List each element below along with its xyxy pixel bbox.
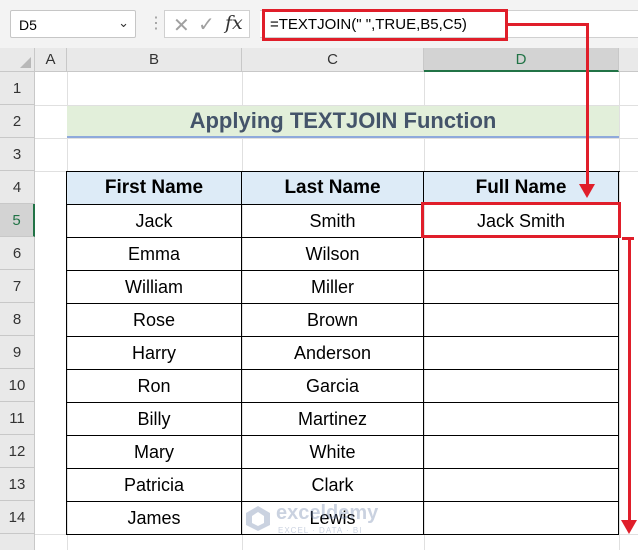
enter-check-icon[interactable]: ✓	[198, 12, 215, 37]
cell-first-name[interactable]: Rose	[67, 304, 242, 337]
cell-first-name[interactable]: Harry	[67, 337, 242, 370]
name-box[interactable]: D5 ⌄	[10, 10, 136, 38]
cell-last-name[interactable]: Miller	[242, 271, 424, 304]
insert-function-icon[interactable]: fx	[225, 12, 243, 34]
row-header-6[interactable]: 6	[0, 237, 35, 270]
cell-full-name[interactable]	[424, 469, 619, 502]
row-header-3[interactable]: 3	[0, 138, 35, 171]
column-header-a[interactable]: A	[35, 48, 67, 72]
cell-full-name[interactable]	[424, 304, 619, 337]
row-header-11[interactable]: 11	[0, 402, 35, 435]
cell-last-name[interactable]: Garcia	[242, 370, 424, 403]
row-header-7[interactable]: 7	[0, 270, 35, 303]
cell-full-name[interactable]	[424, 271, 619, 304]
row-header-14[interactable]: 14	[0, 501, 35, 534]
column-header-c[interactable]: C	[242, 48, 424, 72]
cell-last-name[interactable]: Smith	[242, 205, 424, 238]
exceldemy-logo-icon	[246, 506, 270, 531]
row-header-13[interactable]: 13	[0, 468, 35, 501]
cell-last-name[interactable]: White	[242, 436, 424, 469]
cell-full-name[interactable]	[424, 370, 619, 403]
formula-highlight-box	[262, 9, 508, 41]
column-header-e[interactable]	[619, 48, 638, 72]
row-header-2[interactable]: 2	[0, 105, 35, 138]
row-header-12[interactable]: 12	[0, 435, 35, 468]
column-header-d[interactable]: D	[424, 48, 619, 72]
cell-full-name[interactable]	[424, 502, 619, 535]
row-header-8[interactable]: 8	[0, 303, 35, 336]
cell-first-name[interactable]: Mary	[67, 436, 242, 469]
formula-arrow-line	[505, 23, 589, 26]
cell-last-name[interactable]: Anderson	[242, 337, 424, 370]
cell-last-name[interactable]: Wilson	[242, 238, 424, 271]
row-header-10[interactable]: 10	[0, 369, 35, 402]
cell-first-name[interactable]: Jack	[67, 205, 242, 238]
cell-full-name[interactable]	[424, 337, 619, 370]
column-header-b[interactable]: B	[67, 48, 242, 72]
cell-full-name[interactable]	[424, 436, 619, 469]
cell-full-name[interactable]	[424, 403, 619, 436]
watermark-logo: exceldemy EXCEL · DATA · BI	[244, 500, 404, 540]
cell-last-name[interactable]: Martinez	[242, 403, 424, 436]
watermark-tagline: EXCEL · DATA · BI	[278, 526, 363, 535]
row-header-9[interactable]: 9	[0, 336, 35, 369]
cell-last-name[interactable]: Brown	[242, 304, 424, 337]
gridline	[35, 138, 638, 139]
header-first-name[interactable]: First Name	[67, 172, 242, 205]
formula-buttons: ✕ ✓ fx	[164, 10, 250, 38]
cell-first-name[interactable]: William	[67, 271, 242, 304]
fill-arrow-line	[628, 237, 631, 522]
select-all-triangle-icon	[20, 57, 31, 68]
cell-first-name[interactable]: Ron	[67, 370, 242, 403]
cell-first-name[interactable]: Emma	[67, 238, 242, 271]
sheet-title[interactable]: Applying TEXTJOIN Function	[67, 106, 619, 138]
formula-arrow-line	[586, 23, 589, 186]
cell-first-name[interactable]: Billy	[67, 403, 242, 436]
chevron-down-icon[interactable]: ⌄	[118, 15, 129, 31]
row-header-4[interactable]: 4	[0, 171, 35, 204]
row-header-5[interactable]: 5	[0, 204, 35, 237]
selected-cell-highlight	[421, 202, 621, 238]
arrow-down-icon	[621, 520, 637, 534]
separator-dots-icon: ⋮	[148, 15, 164, 32]
arrow-down-icon	[579, 184, 595, 198]
cell-first-name[interactable]: Patricia	[67, 469, 242, 502]
name-box-value: D5	[19, 17, 37, 33]
row-header-1[interactable]: 1	[0, 72, 35, 105]
header-last-name[interactable]: Last Name	[242, 172, 424, 205]
cancel-icon[interactable]: ✕	[173, 13, 190, 38]
cell-first-name[interactable]: James	[67, 502, 242, 535]
select-all-corner[interactable]	[0, 48, 35, 72]
cell-full-name[interactable]	[424, 238, 619, 271]
cell-last-name[interactable]: Clark	[242, 469, 424, 502]
watermark-name: exceldemy	[276, 502, 379, 524]
row-header-15[interactable]	[0, 534, 35, 550]
